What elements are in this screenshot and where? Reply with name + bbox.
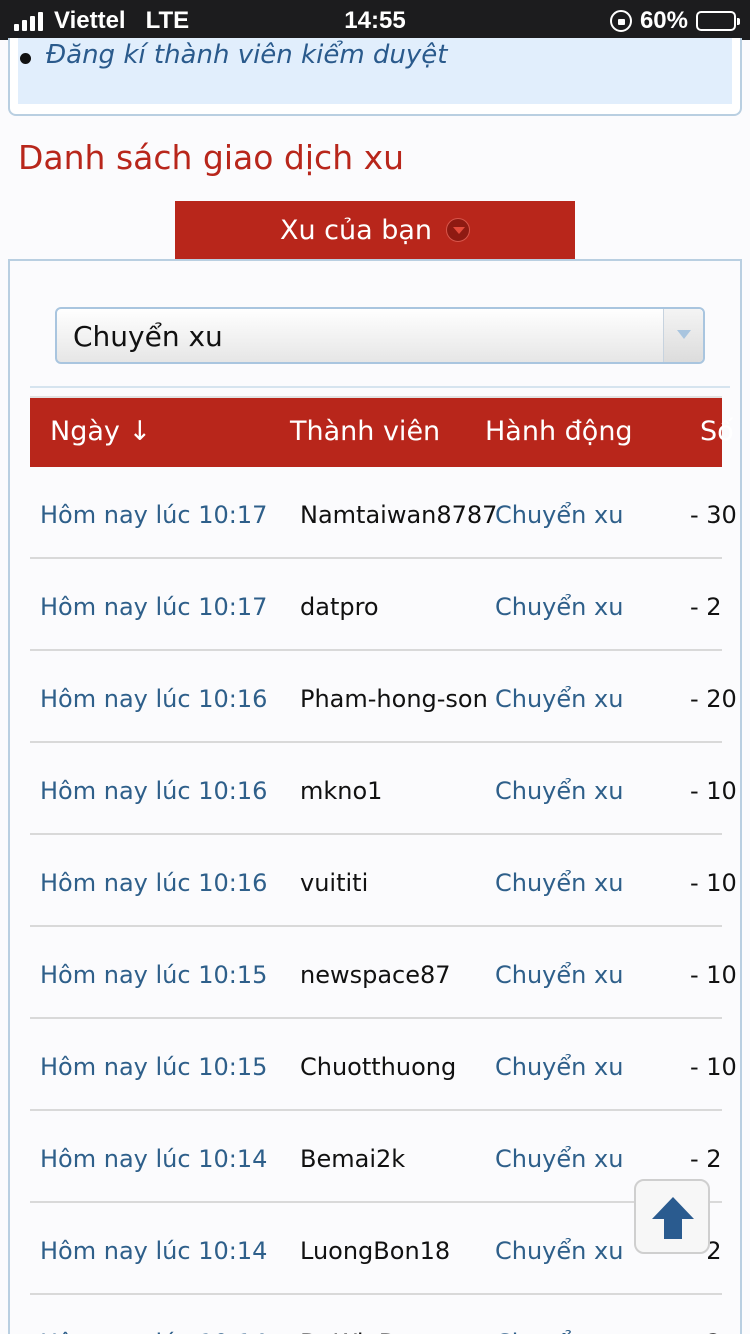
row-date[interactable]: Hôm nay lúc 10:15 xyxy=(40,961,267,989)
row-date[interactable]: Hôm nay lúc 10:17 xyxy=(40,501,267,529)
row-action[interactable]: Chuyển xu xyxy=(495,1145,623,1173)
row-action[interactable]: Chuyển xu xyxy=(495,501,623,529)
battery-icon xyxy=(696,11,740,31)
header-amount: Số xyxy=(700,416,734,447)
row-member: vuititi xyxy=(300,869,369,897)
notice-box: Đăng kí thành viên kiểm duyệt xyxy=(8,38,742,116)
row-member: Bemai2k xyxy=(300,1145,406,1173)
row-action[interactable]: Chuyển xu xyxy=(495,1329,623,1334)
battery-percent: 60% xyxy=(639,7,688,34)
header-member: Thành viên xyxy=(290,416,441,447)
row-date[interactable]: Hôm nay lúc 10:14 xyxy=(40,1329,267,1334)
table-row: Hôm nay lúc 10:14LuongBon18Chuyển xu- 2 xyxy=(30,1203,722,1295)
row-date[interactable]: Hôm nay lúc 10:14 xyxy=(40,1145,267,1173)
status-bar: Viettel LTE 14:55 60% xyxy=(0,0,750,40)
coin-tab-label: Xu của bạn xyxy=(279,214,433,246)
transaction-table: Ngày ↓ Thành viên Hành động Số Hôm nay l… xyxy=(30,396,737,1334)
row-amount: - 10 xyxy=(690,1053,737,1081)
row-date[interactable]: Hôm nay lúc 10:16 xyxy=(40,869,267,897)
row-action[interactable]: Chuyển xu xyxy=(495,777,623,805)
divider xyxy=(30,386,730,388)
triangle-down-icon xyxy=(446,218,471,242)
row-amount: - 2 xyxy=(690,593,722,621)
table-row: Hôm nay lúc 10:17 datpro Chuyển xu - 2 xyxy=(30,559,722,651)
table-row: Hôm nay lúc 10:16 vuititi Chuyển xu - 10 xyxy=(30,835,737,927)
row-member: Namtaiwan8787 xyxy=(300,501,498,529)
coin-tab-button[interactable]: Xu của bạn xyxy=(175,201,575,259)
row-member: LuongBon18 xyxy=(300,1237,451,1265)
row-action[interactable]: Chuyển xu xyxy=(495,1053,623,1081)
row-date[interactable]: Hôm nay lúc 10:16 xyxy=(40,685,267,713)
row-date[interactable]: Hôm nay lúc 10:17 xyxy=(40,593,267,621)
row-action[interactable]: Chuyển xu xyxy=(495,869,623,897)
table-row: Hôm nay lúc 10:14 Bemai2k Chuyển xu - 2 xyxy=(30,1111,722,1203)
back-to-top-button[interactable] xyxy=(634,1179,710,1254)
table-row: Hôm nay lúc 10:16 mkno1 Chuyển xu - 10 xyxy=(30,743,737,835)
row-member: Pham-hong-son xyxy=(300,685,488,713)
row-amount: - 2 xyxy=(690,1329,722,1334)
row-date[interactable]: Hôm nay lúc 10:14 xyxy=(40,1237,267,1265)
row-member: newspace87 xyxy=(300,961,451,989)
select-value: Chuyển xu xyxy=(73,320,223,353)
row-amount: - 30 xyxy=(690,501,737,529)
transaction-type-select[interactable]: Chuyển xu xyxy=(55,307,705,364)
row-member: mkno1 xyxy=(300,777,383,805)
table-row: Hôm nay lúc 10:14 DuWinD Chuyển xu - 2 xyxy=(30,1295,722,1334)
table-row: Hôm nay lúc 10:15 Chuotthuong Chuyển xu - 1… xyxy=(30,1019,737,1111)
arrow-up-icon xyxy=(652,1197,694,1239)
header-date[interactable]: Ngày ↓ xyxy=(50,416,151,447)
row-amount: - 2 xyxy=(690,1145,722,1173)
row-action[interactable]: Chuyển xu xyxy=(495,593,623,621)
chevron-down-icon[interactable] xyxy=(663,309,703,362)
row-amount: - 10 xyxy=(690,869,737,897)
row-member: DuWinD xyxy=(300,1329,397,1334)
transaction-panel: Chuyển xu Ngày ↓ Thành viên Hành động Số… xyxy=(8,259,742,1334)
table-row: Hôm nay lúc 10:17 Namtaiwan8787 Chuyển xu -… xyxy=(30,467,737,559)
row-action[interactable]: Chuyển xu xyxy=(495,685,623,713)
row-amount: - 10 xyxy=(690,777,737,805)
row-action[interactable]: Chuyển xu xyxy=(495,1237,623,1265)
row-member: Chuotthuong xyxy=(300,1053,457,1081)
row-amount: - 10 xyxy=(690,961,737,989)
table-row: Hôm nay lúc 10:16 Pham-hong-son Chuyển xu -… xyxy=(30,651,737,743)
row-member: datpro xyxy=(300,593,379,621)
row-action[interactable]: Chuyển xu xyxy=(495,961,623,989)
row-date[interactable]: Hôm nay lúc 10:16 xyxy=(40,777,267,805)
row-date[interactable]: Hôm nay lúc 10:15 xyxy=(40,1053,267,1081)
notice-link[interactable]: Đăng kí thành viên kiểm duyệt xyxy=(19,40,447,70)
table-row: Hôm nay lúc 10:15 newspace87 Chuyển xu - 10 xyxy=(30,927,737,1019)
row-amount: - 20 xyxy=(690,685,737,713)
rotation-lock-icon xyxy=(609,10,632,32)
table-header: Ngày ↓ Thành viên Hành động Số xyxy=(30,396,734,467)
page-title: Danh sách giao dịch xu xyxy=(18,138,405,177)
header-action: Hành động xyxy=(485,416,633,447)
